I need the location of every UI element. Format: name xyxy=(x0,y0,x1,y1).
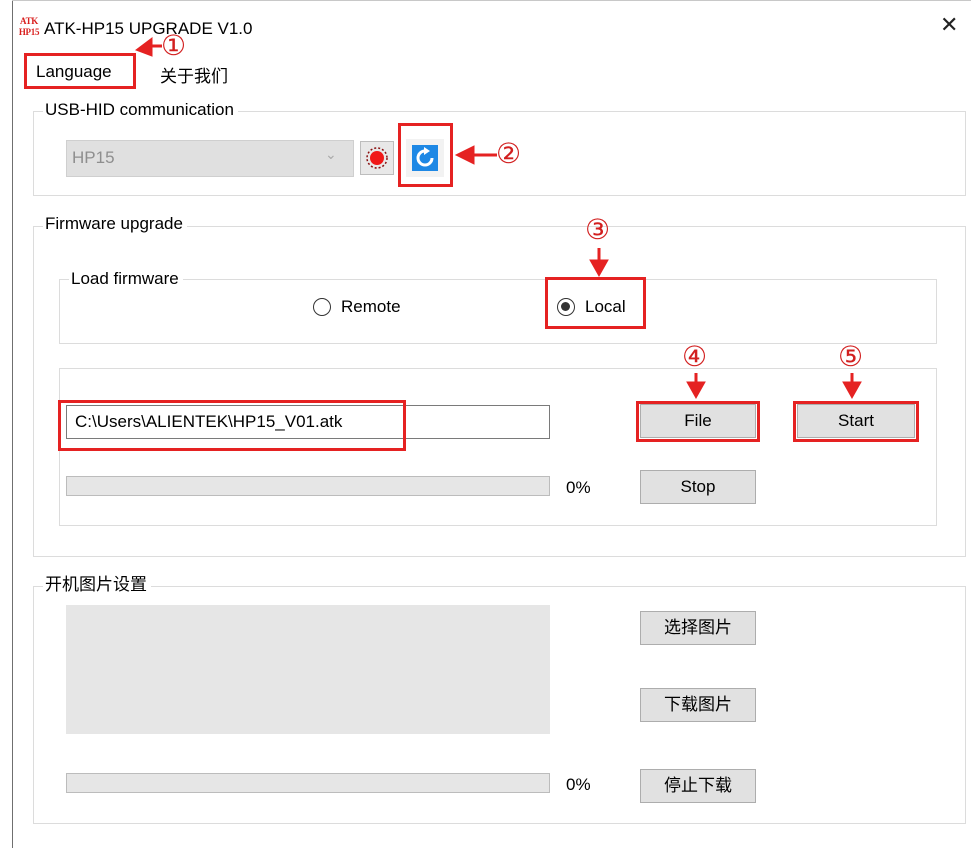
arrow-2 xyxy=(454,145,497,165)
arrow-3 xyxy=(589,248,609,278)
arrow-5 xyxy=(842,373,862,400)
annotation-arrows xyxy=(134,37,862,400)
arrow-4 xyxy=(686,373,706,400)
arrow-1 xyxy=(134,37,162,57)
